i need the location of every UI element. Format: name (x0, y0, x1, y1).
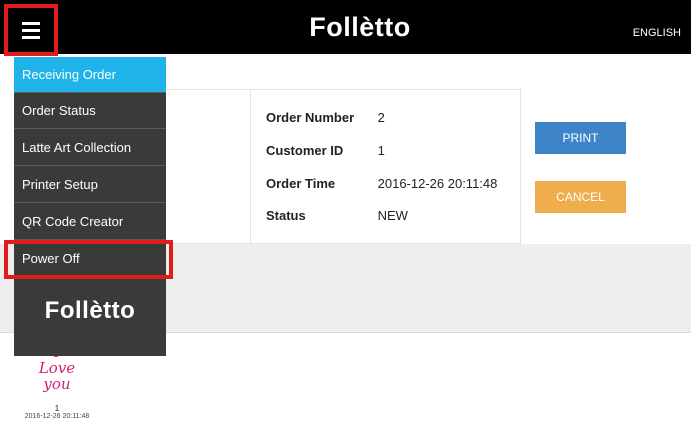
order-number-row: Order Number 2 (266, 110, 385, 125)
order-left-panel (166, 89, 250, 244)
hamburger-icon (22, 21, 40, 39)
order-time-value: 2016-12-26 20:11:48 (377, 176, 498, 191)
status-value: NEW (377, 208, 408, 223)
customer-id-label: Customer ID (266, 143, 344, 158)
sidebar-item-qr-code-creator[interactable]: QR Code Creator (14, 204, 166, 240)
brand-logo: Follètto (309, 12, 411, 42)
sidebar-item-order-status[interactable]: Order Status (14, 93, 166, 129)
art-text-line: Love (38, 359, 76, 377)
order-number-label: Order Number (266, 110, 355, 125)
order-time-label: Order Time (266, 176, 336, 191)
top-bar: Follètto ENGLISH (0, 0, 691, 54)
language-selector[interactable]: ENGLISH (633, 27, 681, 39)
menu-toggle-button[interactable] (4, 4, 58, 56)
order-details-card: Order Number 2 Customer ID 1 Order Time … (250, 89, 521, 244)
thumbnail-date: 2016-12-26 20:11:48 (24, 413, 90, 420)
thumbnail-count: 1 (54, 404, 60, 413)
order-number-value: 2 (377, 110, 385, 125)
customer-id-row: Customer ID 1 (266, 143, 385, 158)
sidebar-item-latte-art-collection[interactable]: Latte Art Collection (14, 130, 166, 166)
art-text-line: you (43, 375, 71, 393)
print-button[interactable]: PRINT (535, 122, 626, 154)
status-row: Status NEW (266, 208, 408, 223)
order-time-row: Order Time 2016-12-26 20:11:48 (266, 176, 497, 191)
status-label: Status (266, 208, 306, 223)
sidebar-item-receiving-order[interactable]: Receiving Order (14, 57, 166, 93)
menu-brand-logo: Follètto (44, 297, 136, 324)
power-off-highlight (4, 240, 173, 279)
customer-id-value: 1 (377, 143, 385, 158)
sidebar-item-printer-setup[interactable]: Printer Setup (14, 167, 166, 203)
side-menu: Receiving Order Order Status Latte Art C… (14, 57, 166, 356)
cancel-button[interactable]: CANCEL (535, 181, 626, 213)
